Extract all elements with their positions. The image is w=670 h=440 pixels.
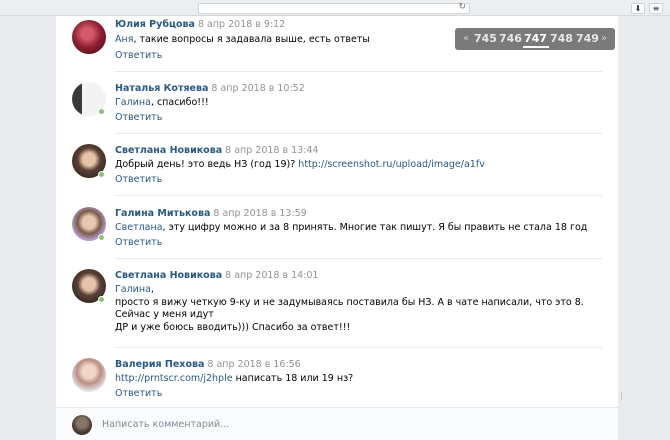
comment-link[interactable]: http://prntscr.com/j2hple bbox=[115, 373, 233, 384]
reply-button[interactable]: Ответить bbox=[115, 237, 162, 248]
comment-author[interactable]: Галина Митькова bbox=[115, 208, 210, 219]
reply-button[interactable]: Ответить bbox=[115, 388, 162, 399]
page-link[interactable]: 745 bbox=[474, 32, 497, 45]
comment-author[interactable]: Юлия Рубцова bbox=[115, 19, 195, 30]
comment-text: Галина, просто я вижу четкую 9-ку и не з… bbox=[115, 284, 584, 333]
comment-author[interactable]: Наталья Котяева bbox=[115, 83, 208, 94]
comment-addressee[interactable]: Галина bbox=[115, 97, 151, 108]
comment-date[interactable]: 8 апр 2018 в 9:12 bbox=[198, 19, 285, 30]
comment-input[interactable]: Написать комментарий... bbox=[102, 419, 229, 430]
comment-date[interactable]: 8 апр 2018 в 16:56 bbox=[207, 359, 300, 370]
comment-composer: Написать комментарий... bbox=[56, 407, 618, 440]
reload-icon[interactable]: ↻ bbox=[458, 2, 466, 12]
comment-addressee[interactable]: Аня bbox=[115, 34, 133, 45]
pagination-next[interactable]: » bbox=[601, 33, 607, 44]
divider bbox=[115, 258, 602, 259]
avatar[interactable] bbox=[72, 20, 106, 54]
comment-text: Галина, спасибо!!! bbox=[115, 97, 209, 108]
current-page-underline bbox=[523, 46, 549, 48]
comment-author[interactable]: Светлана Новикова bbox=[115, 270, 222, 281]
divider bbox=[115, 195, 602, 196]
comment-date[interactable]: 8 апр 2018 в 14:01 bbox=[225, 270, 318, 281]
avatar[interactable] bbox=[72, 415, 92, 435]
comment-text: http://prntscr.com/j2hple написать 18 ил… bbox=[115, 373, 354, 384]
online-indicator bbox=[98, 296, 105, 303]
comments-panel: Юлия Рубцова 8 апр 2018 в 9:12 Аня, такие… bbox=[56, 16, 618, 440]
page-link[interactable]: 749 bbox=[576, 32, 599, 45]
avatar[interactable] bbox=[72, 358, 106, 392]
download-icon[interactable]: ⬇ bbox=[631, 3, 645, 14]
reply-button[interactable]: Ответить bbox=[115, 50, 162, 61]
scrollbar[interactable] bbox=[621, 392, 622, 400]
comment-author[interactable]: Светлана Новикова bbox=[115, 145, 222, 156]
reply-button[interactable]: Ответить bbox=[115, 112, 162, 123]
comment-date[interactable]: 8 апр 2018 в 13:59 bbox=[213, 208, 306, 219]
page-link-current[interactable]: 747 bbox=[524, 32, 547, 45]
browser-toolbar: ↻ ⬇ ≡ bbox=[0, 0, 670, 16]
comment-addressee[interactable]: Светлана bbox=[115, 222, 163, 233]
pagination: « 745 746 747 748 749 » bbox=[455, 28, 615, 50]
comment-date[interactable]: 8 апр 2018 в 10:52 bbox=[211, 83, 304, 94]
online-indicator bbox=[98, 171, 105, 178]
divider bbox=[115, 133, 602, 134]
reply-button[interactable]: Ответить bbox=[115, 174, 162, 185]
menu-icon[interactable]: ≡ bbox=[649, 3, 663, 14]
comment-date[interactable]: 8 апр 2018 в 13:44 bbox=[225, 145, 318, 156]
page-link[interactable]: 748 bbox=[550, 32, 573, 45]
comment-link[interactable]: http://screenshot.ru/upload/image/a1fv bbox=[298, 159, 485, 170]
comment-addressee[interactable]: Галина bbox=[115, 284, 151, 295]
online-indicator bbox=[98, 234, 105, 241]
page-link[interactable]: 746 bbox=[499, 32, 522, 45]
comment-author[interactable]: Валерия Пехова bbox=[115, 359, 204, 370]
address-bar[interactable]: ↻ bbox=[198, 2, 470, 14]
pagination-prev[interactable]: « bbox=[463, 33, 469, 44]
divider bbox=[115, 347, 602, 348]
divider bbox=[115, 71, 602, 72]
comment-text: Светлана, эту цифру можно и за 8 принять… bbox=[115, 222, 588, 233]
comment-text: Добрый день! это ведь НЗ (год 19)? http:… bbox=[115, 159, 485, 170]
online-indicator bbox=[98, 108, 105, 115]
